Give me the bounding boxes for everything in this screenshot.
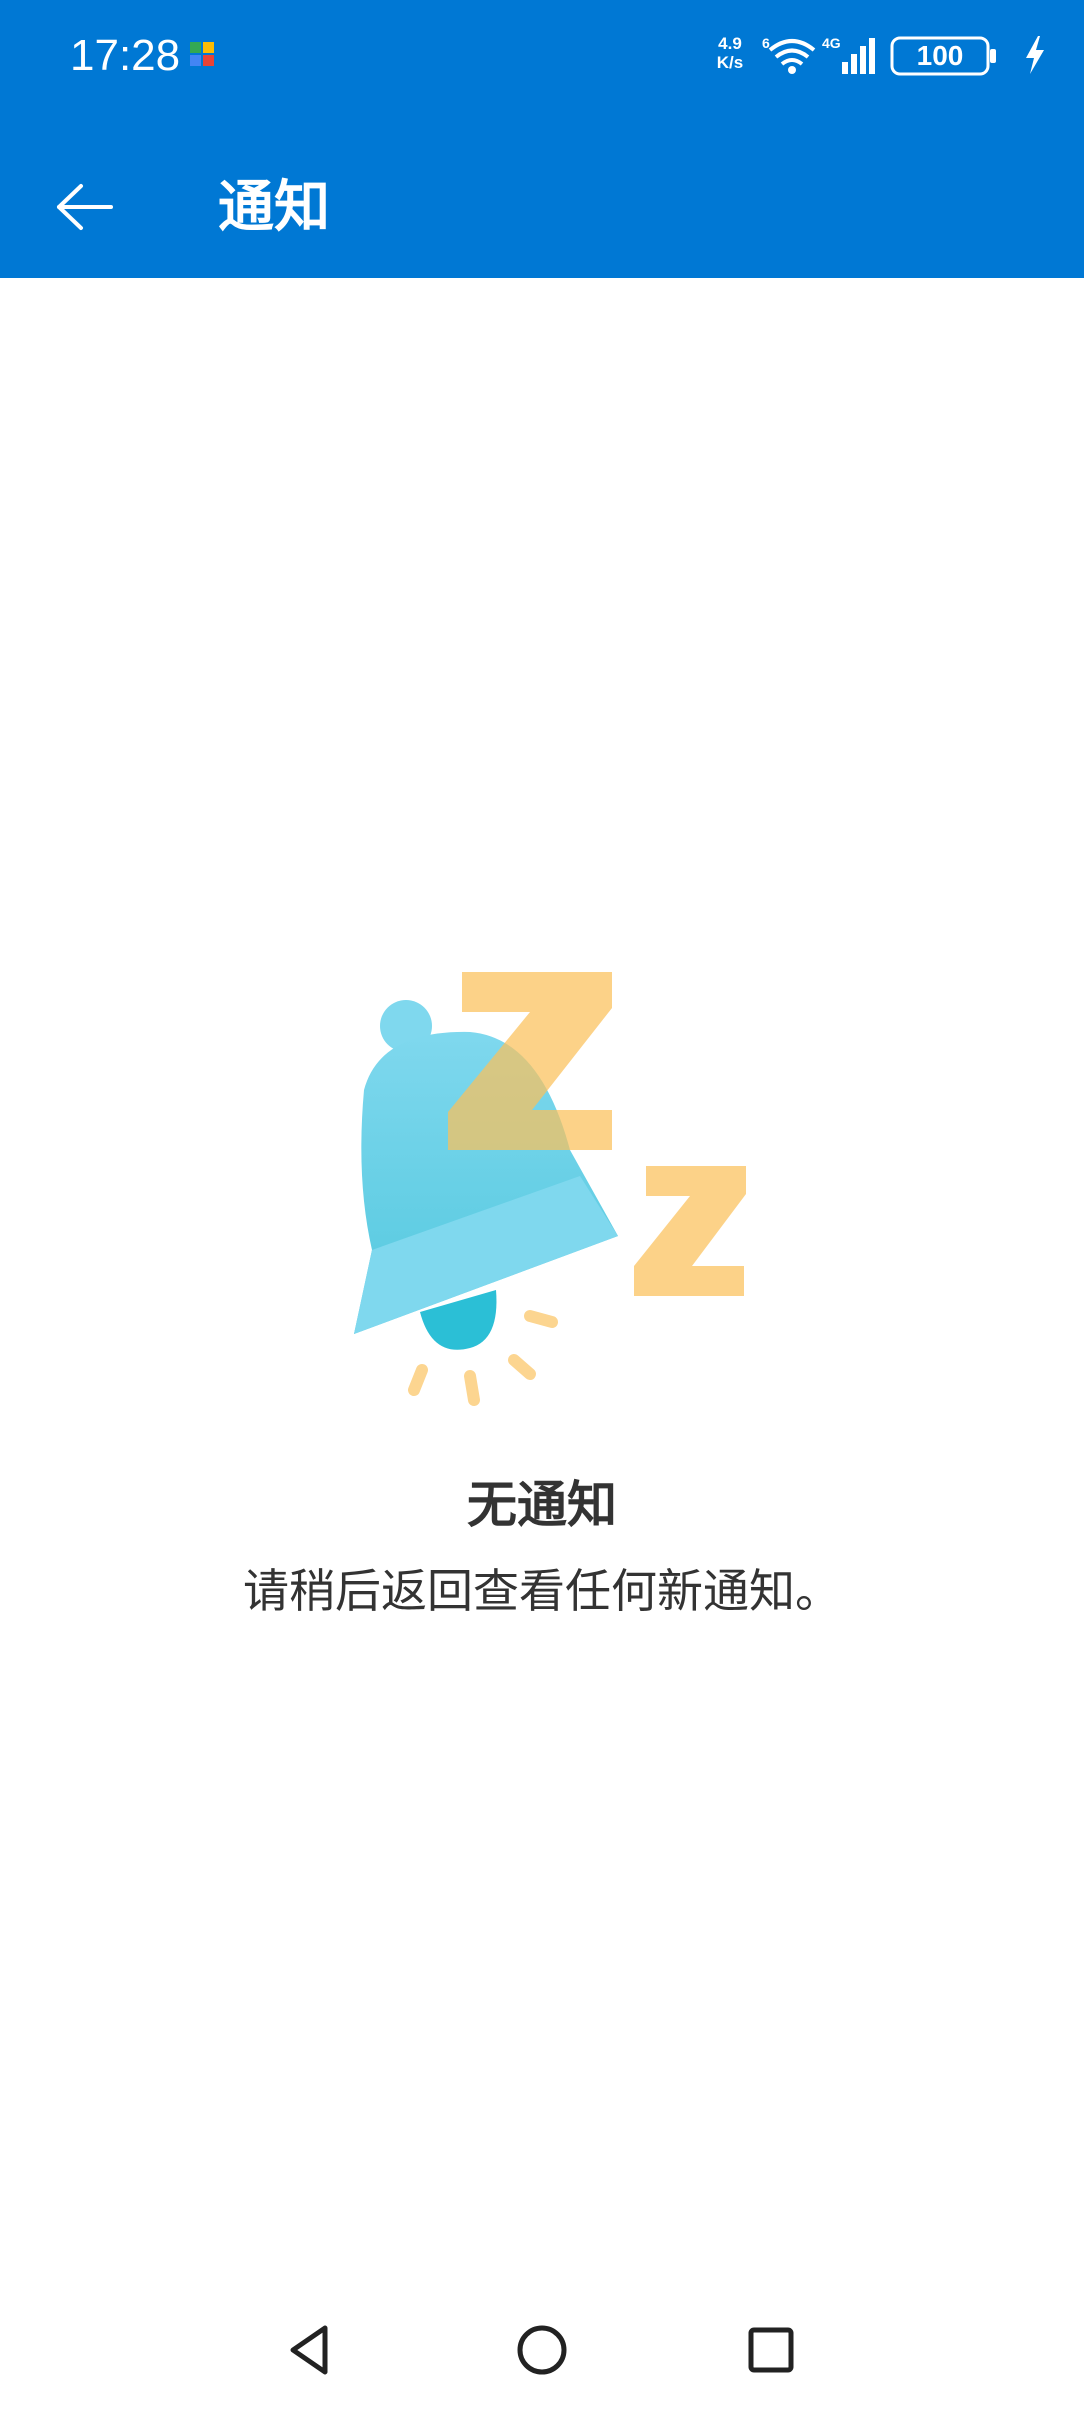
- empty-state-subtitle: 请稍后返回查看任何新通知。: [243, 1564, 841, 1618]
- arrow-left-icon: [57, 184, 113, 230]
- circle-home-icon: [517, 2325, 567, 2375]
- nav-home-button[interactable]: [487, 2300, 597, 2400]
- battery-level: 100: [916, 40, 964, 71]
- status-bar: 17:28 4.9 K/s 6 4G 100: [0, 0, 1084, 112]
- net-speed: 4.9 K/s: [709, 34, 751, 72]
- signal-label: 4G: [822, 35, 841, 51]
- charging-bolt-icon: [1026, 36, 1044, 74]
- net-speed-unit: K/s: [716, 53, 744, 72]
- system-nav-bar: [0, 2290, 1084, 2412]
- nav-back-button[interactable]: [256, 2300, 366, 2400]
- back-button[interactable]: [30, 152, 140, 262]
- cellular-signal-icon: 4G: [822, 35, 875, 74]
- page-title: 通知: [218, 175, 330, 240]
- triangle-back-icon: [290, 2325, 328, 2375]
- sleeping-bell-icon: [354, 972, 746, 1406]
- wifi-icon: 6: [762, 35, 816, 74]
- empty-state-title: 无通知: [467, 1476, 617, 1534]
- nav-recents-button[interactable]: [716, 2300, 826, 2400]
- battery-icon: 100: [890, 36, 1002, 76]
- play-games-icon: [190, 42, 214, 66]
- square-recents-icon: [748, 2327, 794, 2373]
- app-bar: 通知: [0, 112, 1084, 278]
- net-speed-value: 4.9: [718, 34, 742, 53]
- status-time: 17:28: [70, 31, 181, 80]
- wifi-label: 6: [762, 35, 770, 51]
